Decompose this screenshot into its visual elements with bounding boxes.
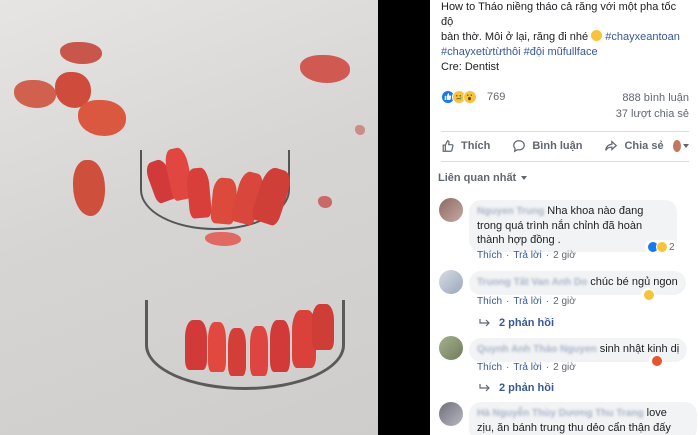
comment-label: Bình luận [532,140,583,152]
comment-reply-link[interactable]: Trả lời [513,296,541,307]
comment-bubble: Hà Nguyễn Thùy Dương Thu Trang love zịu,… [469,402,697,435]
divider [441,161,689,162]
post-stats: 769 888 bình luận 37 lượt chia sẻ [441,90,689,130]
comment-item: Nguyen Trung Nha khoa nào đang trong quá… [439,198,695,270]
photo-fragment [14,80,56,108]
share-label: Chia sẻ [624,140,664,152]
comment-meta: Thích · Trả lời · 2 giờ [477,296,576,307]
avatar[interactable] [439,402,463,426]
post-actions: Thích Bình luận Chia sẻ [441,134,689,158]
photo-divider [378,0,430,435]
photo-tooth [185,320,207,370]
share-button[interactable]: Chia sẻ [604,139,664,153]
wow-reaction-icon [463,90,477,104]
comment-reactions[interactable] [641,288,655,302]
comment-like-link[interactable]: Thích [477,362,502,373]
share-icon [605,140,618,151]
comment-icon [513,140,526,153]
comment-reactions[interactable] [649,354,663,368]
comment-time[interactable]: 2 giờ [553,362,576,373]
photo-fragment [318,196,332,208]
photo-tooth [250,326,268,376]
comment-like-link[interactable]: Thích [477,296,502,307]
reply-arrow-icon [479,384,490,392]
sad-reaction-icon [643,289,655,301]
comment-text: love [646,407,667,419]
hashtag-link[interactable]: #chayxeantoan [605,31,680,43]
chevron-down-icon [683,144,689,148]
photo-fragment [205,232,241,246]
comment-item: Truong Tất Van Anh Do chúc bé ngủ ngon T… [439,270,695,330]
avatar[interactable] [439,336,463,360]
photo-fragment [300,55,350,83]
comment-count[interactable]: 888 bình luận [622,92,689,104]
comment-author[interactable]: Hà Nguyễn Thùy Dương Thu Trang [477,408,644,419]
reaction-count[interactable]: 769 [487,91,505,103]
like-button[interactable]: Thích [441,139,490,153]
view-replies-link[interactable]: 2 phản hồi [479,382,554,394]
comment-item: Quynh Anh Thảo Nguyen sinh nhật kinh dị … [439,336,695,396]
comment-meta: Thích · Trả lời · 2 giờ [477,362,576,373]
caption-line: bàn thờ. Môi ở lại, răng đi nhé #chayxea… [441,30,680,43]
photo-fragment [73,160,105,216]
comment-text: sinh nhật kinh dị [599,343,680,355]
react-as-selector[interactable] [673,138,689,154]
comment-time[interactable]: 2 giờ [553,250,576,261]
avatar[interactable] [439,270,463,294]
comment-author[interactable]: Quynh Anh Thảo Nguyen [477,344,597,355]
comment-button[interactable]: Bình luận [512,139,582,153]
comment-reactions[interactable]: 2 [645,240,677,254]
comment-text: chúc bé ngủ ngon [590,276,678,288]
comment-reply-link[interactable]: Trả lời [513,250,541,261]
sort-label: Liên quan nhất [438,172,517,184]
divider [441,131,689,132]
hashtag-link[interactable]: #chayxetừtừthôi [441,46,521,58]
comment-sort-dropdown[interactable]: Liên quan nhất [438,172,528,184]
share-count[interactable]: 37 lượt chia sẻ [616,108,689,120]
caption-line: Cre: Dentist [441,61,500,73]
photo-tooth [228,328,246,376]
avatar[interactable] [439,198,463,222]
post-photo[interactable] [0,0,378,435]
smile-emoji-icon [591,30,603,41]
caption-line: #chayxetừtừthôi #đội mũfullface [441,45,689,60]
photo-tooth [312,304,334,350]
reply-arrow-icon [479,319,490,327]
caption-line: How to Tháo niềng tháo cả răng với một p… [441,1,677,28]
comment-author[interactable]: Truong Tất Van Anh Do [477,277,587,288]
comment-item: Hà Nguyễn Thùy Dương Thu Trang love zịu,… [439,402,697,435]
thumbs-up-icon [442,140,454,152]
post-side-panel: How to Tháo niềng tháo cả răng với một p… [430,0,699,435]
haha-reaction-icon [656,241,668,253]
comment-meta: Thích · Trả lời · 2 giờ [477,250,576,261]
photo-fragment [60,42,102,64]
avatar [673,140,681,152]
comment-time[interactable]: 2 giờ [553,296,576,307]
view-replies-link[interactable]: 2 phản hồi [479,317,554,329]
photo-tooth [270,320,290,372]
comment-text: zịu, ăn bánh trung thu dẻo cẩn thận đấy [477,422,671,434]
reaction-icons[interactable] [441,90,477,104]
comment-like-link[interactable]: Thích [477,250,502,261]
comment-reaction-count: 2 [669,241,675,253]
like-label: Thích [461,140,491,152]
photo-fragment [355,125,365,135]
photo-fragment [78,100,126,136]
angry-reaction-icon [651,355,663,367]
post-caption: How to Tháo niềng tháo cả răng với một p… [430,0,699,75]
hashtag-link[interactable]: #đội mũfullface [524,46,598,58]
photo-tooth [208,322,226,372]
comment-author[interactable]: Nguyen Trung [477,206,544,217]
comment-reply-link[interactable]: Trả lời [513,362,541,373]
chevron-down-icon [521,176,528,180]
